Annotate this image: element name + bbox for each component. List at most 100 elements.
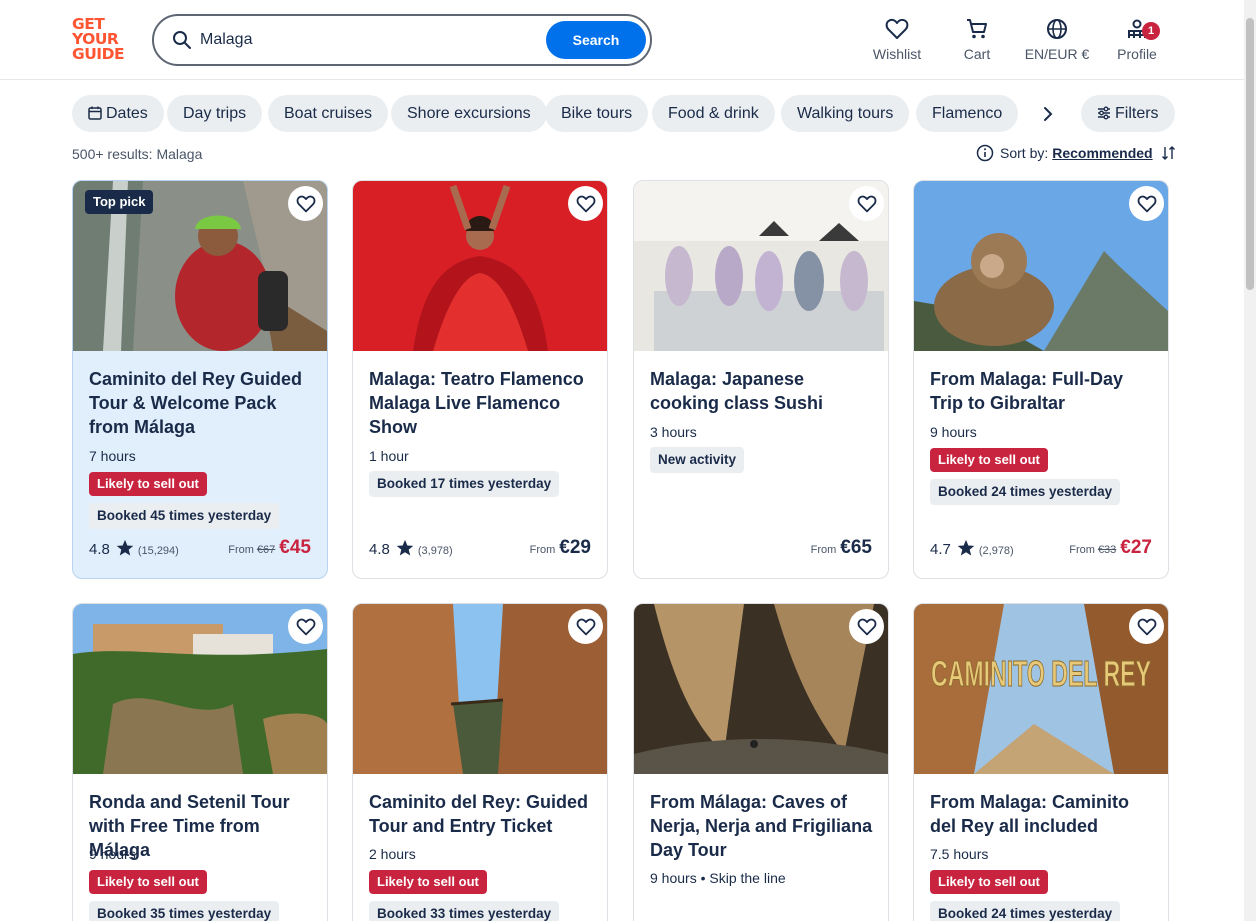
card-duration: 7.5 hours <box>930 846 989 862</box>
card-title[interactable]: Caminito del Rey Guided Tour & Welcome P… <box>89 367 317 439</box>
card-title[interactable]: From Málaga: Caves of Nerja, Nerja and F… <box>650 790 878 862</box>
language-currency-nav[interactable]: EN/EUR € <box>1017 14 1097 64</box>
card-rating: 4.8 (3,978) <box>369 539 453 558</box>
activity-card[interactable]: Top pick Caminito del Rey Guided Tour & … <box>72 180 328 579</box>
card-price: From €65 <box>811 537 872 559</box>
heart-icon <box>1137 195 1157 213</box>
search-icon <box>173 31 191 49</box>
sell-out-badge: Likely to sell out <box>930 448 1048 472</box>
sort-arrows-icon <box>1161 146 1175 160</box>
activity-card[interactable]: Ronda and Setenil Tour with Free Time fr… <box>72 603 328 921</box>
star-icon <box>116 539 134 556</box>
results-count: 500+ results: Malaga <box>72 146 203 162</box>
sort-control[interactable]: Sort by: Recommended <box>976 144 1177 162</box>
card-title[interactable]: From Malaga: Full-Day Trip to Gibraltar <box>930 367 1158 415</box>
rating-value: 4.7 <box>930 541 951 558</box>
wishlist-button[interactable] <box>849 609 884 644</box>
calendar-icon <box>88 106 102 120</box>
cart-nav[interactable]: Cart <box>937 14 1017 64</box>
booked-badge: Booked 45 times yesterday <box>89 503 280 529</box>
rating-value: 4.8 <box>89 541 110 558</box>
old-price: €67 <box>256 544 276 556</box>
wishlist-button[interactable] <box>1129 609 1164 644</box>
booked-badge: Booked 35 times yesterday <box>89 901 280 921</box>
search-button[interactable]: Search <box>546 21 646 59</box>
info-icon[interactable] <box>976 144 994 162</box>
card-title[interactable]: Caminito del Rey: Guided Tour and Entry … <box>369 790 597 838</box>
card-rating: 4.7 (2,978) <box>930 539 1014 558</box>
sort-value[interactable]: Recommended <box>1052 145 1152 161</box>
wishlist-label: Wishlist <box>872 46 922 62</box>
activity-card[interactable]: From Málaga: Caves of Nerja, Nerja and F… <box>633 603 889 921</box>
sell-out-badge: Likely to sell out <box>89 870 207 894</box>
notification-badge: 1 <box>1142 22 1160 40</box>
profile-nav[interactable]: 1 Profile <box>1097 14 1177 64</box>
wishlist-button[interactable] <box>288 609 323 644</box>
chip-boat-cruises[interactable]: Boat cruises <box>268 95 389 132</box>
booked-badge: Booked 24 times yesterday <box>930 479 1121 505</box>
old-price: €33 <box>1097 544 1117 556</box>
activity-card[interactable]: Caminito del Rey: Guided Tour and Entry … <box>352 603 608 921</box>
price-from: From <box>810 544 837 556</box>
star-icon <box>957 539 975 556</box>
price-from: From <box>529 544 556 556</box>
image-overlay-text: CAMINITO DEL REY <box>931 653 1151 694</box>
sell-out-badge: Likely to sell out <box>89 472 207 496</box>
logo-line-3: GUIDE <box>72 45 125 63</box>
new-activity-badge: New activity <box>650 447 745 473</box>
card-title[interactable]: From Malaga: Caminito del Rey all includ… <box>930 790 1158 838</box>
chevron-right-icon[interactable] <box>1036 100 1060 128</box>
wishlist-button[interactable] <box>288 186 323 221</box>
wishlist-button[interactable] <box>849 186 884 221</box>
card-duration: 1 hour <box>369 448 409 464</box>
activity-card[interactable]: Malaga: Teatro Flamenco Malaga Live Flam… <box>352 180 608 579</box>
chip-bike-tours[interactable]: Bike tours <box>545 95 649 132</box>
review-count: (2,978) <box>978 545 1014 557</box>
search-bar: Search <box>152 14 652 66</box>
wishlist-button[interactable] <box>1129 186 1164 221</box>
price-value: €45 <box>279 537 311 558</box>
card-duration: 7 hours <box>89 448 136 464</box>
chip-walking-tours[interactable]: Walking tours <box>781 95 910 132</box>
star-icon <box>396 539 414 556</box>
card-duration: 9 hours <box>930 424 977 440</box>
heart-icon <box>576 195 596 213</box>
top-pick-badge: Top pick <box>85 190 154 214</box>
wishlist-nav[interactable]: Wishlist <box>857 14 937 64</box>
wishlist-button[interactable] <box>568 186 603 221</box>
activity-card[interactable]: Malaga: Japanese cooking class Sushi 3 h… <box>633 180 889 579</box>
filters-icon <box>1098 106 1110 120</box>
chip-day-trips[interactable]: Day trips <box>167 95 263 132</box>
card-duration: 9 hours <box>89 846 136 862</box>
card-duration: 2 hours <box>369 846 416 862</box>
chip-shore-excursions[interactable]: Shore excursions <box>391 95 547 132</box>
scrollbar-thumb[interactable] <box>1246 18 1254 290</box>
card-duration: 9 hours • Skip the line <box>650 870 786 886</box>
activity-card[interactable]: CAMINITO DEL REY From Malaga: Caminito d… <box>913 603 1169 921</box>
card-rating: 4.8 (15,294) <box>89 539 179 558</box>
rating-value: 4.8 <box>369 541 390 558</box>
heart-icon <box>885 18 909 39</box>
logo[interactable]: GET YOUR GUIDE <box>72 16 130 63</box>
sort-label: Sort by: <box>1000 145 1049 161</box>
filters-button[interactable]: Filters <box>1081 95 1175 132</box>
profile-label: Profile <box>1117 46 1157 62</box>
wishlist-button[interactable] <box>568 609 603 644</box>
heart-icon <box>296 618 316 636</box>
activity-card[interactable]: From Malaga: Full-Day Trip to Gibraltar … <box>913 180 1169 579</box>
sell-out-badge: Likely to sell out <box>369 870 487 894</box>
review-count: (3,978) <box>417 545 453 557</box>
chip-flamenco[interactable]: Flamenco <box>916 95 1019 132</box>
search-input[interactable] <box>200 26 530 54</box>
language-currency-label: EN/EUR € <box>1024 46 1090 62</box>
heart-icon <box>576 618 596 636</box>
card-title[interactable]: Malaga: Teatro Flamenco Malaga Live Flam… <box>369 367 597 439</box>
card-price: From €33 €27 <box>1069 537 1152 559</box>
cart-label: Cart <box>963 46 991 62</box>
header: GET YOUR GUIDE Search Wishlist Cart EN/E… <box>0 0 1256 80</box>
chip-food-drink[interactable]: Food & drink <box>652 95 775 132</box>
card-title[interactable]: Malaga: Japanese cooking class Sushi <box>650 367 878 415</box>
sell-out-badge: Likely to sell out <box>930 870 1048 894</box>
booked-badge: Booked 24 times yesterday <box>930 901 1121 921</box>
chip-dates[interactable]: Dates <box>72 95 164 132</box>
